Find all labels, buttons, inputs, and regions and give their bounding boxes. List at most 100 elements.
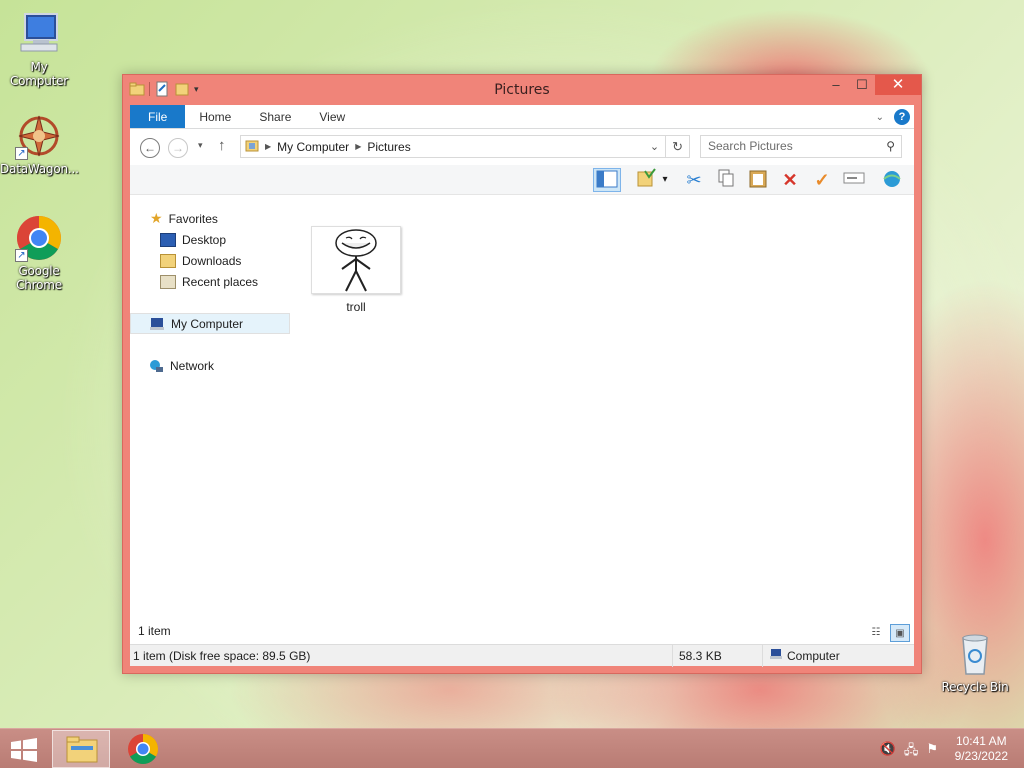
image-thumbnail: [311, 226, 401, 294]
breadcrumb-arrow-icon[interactable]: ▶: [355, 142, 361, 151]
desktop-icon-datawagon[interactable]: ↗ DataWagon...: [0, 112, 79, 176]
up-button[interactable]: ↑: [218, 137, 226, 154]
large-icons-view-icon[interactable]: ▣: [890, 624, 910, 642]
downloads-folder-icon: [160, 253, 176, 268]
clock[interactable]: 10:41 AM 9/23/2022: [955, 734, 1008, 764]
desktop-folder-icon: [160, 232, 176, 247]
windows-logo-icon: [11, 738, 37, 762]
item-count: 1 item: [138, 624, 171, 638]
tab-home[interactable]: Home: [185, 105, 245, 128]
back-button[interactable]: ←: [140, 138, 160, 158]
close-button[interactable]: ✕: [875, 75, 921, 95]
nav-downloads[interactable]: Downloads: [130, 250, 290, 271]
globe-icon[interactable]: [878, 168, 906, 192]
shortcut-arrow-icon: ↗: [15, 147, 28, 160]
file-explorer-icon: [66, 736, 98, 763]
nav-label: Network: [170, 358, 215, 373]
status-location: Computer: [762, 645, 840, 667]
tab-share[interactable]: Share: [245, 105, 305, 128]
desktop-icon-google-chrome[interactable]: ↗ Google Chrome: [0, 214, 78, 292]
file-list[interactable]: troll: [300, 196, 914, 620]
clock-time: 10:41 AM: [955, 734, 1007, 748]
file-name: troll: [346, 300, 366, 314]
copy-icon[interactable]: [712, 168, 740, 192]
status-summary: 1 item (Disk free space: 89.5 GB): [133, 649, 311, 663]
datawagon-icon: ↗: [15, 112, 63, 160]
computer-icon: [15, 10, 63, 58]
expand-ribbon-icon[interactable]: ⌄: [876, 112, 884, 123]
tab-view[interactable]: View: [305, 105, 359, 128]
nav-label: Downloads: [182, 253, 242, 268]
address-bar[interactable]: ▶ My Computer ▶ Pictures ⌄ ↻: [240, 135, 690, 158]
chrome-icon: ↗: [15, 214, 63, 262]
search-placeholder: Search Pictures: [708, 139, 793, 153]
search-icon[interactable]: ⚲: [886, 136, 895, 157]
nav-recent-places[interactable]: Recent places: [130, 271, 290, 292]
desktop-icon-label: Google Chrome: [16, 264, 62, 292]
nav-desktop[interactable]: Desktop: [130, 229, 290, 250]
refresh-icon[interactable]: ↻: [665, 136, 689, 157]
volume-muted-icon[interactable]: 🔇: [880, 741, 896, 763]
star-icon: ★: [150, 210, 163, 226]
delete-icon[interactable]: ✕: [776, 168, 804, 192]
maximize-button[interactable]: ☐: [849, 75, 875, 95]
ribbon-tabs: File Home Share View ⌄ ?: [130, 105, 914, 129]
address-row: ← → ▾ ↑ ▶ My Computer ▶ Pictures ⌄ ↻ Sea…: [130, 129, 914, 165]
desktop-icon-my-computer[interactable]: My Computer: [0, 10, 78, 88]
desktop-icon-label: Recycle Bin: [941, 680, 1009, 694]
forward-button[interactable]: →: [168, 138, 188, 158]
taskbar-file-explorer[interactable]: [52, 730, 110, 768]
properties-folder-icon[interactable]: [633, 168, 661, 192]
network-icon[interactable]: 🖧: [904, 741, 919, 763]
nav-favorites[interactable]: ★ Favorites: [130, 208, 290, 229]
start-button[interactable]: [10, 738, 38, 762]
nav-label: My Computer: [171, 316, 244, 331]
search-input[interactable]: Search Pictures ⚲: [700, 135, 902, 158]
desktop-icon-label: DataWagon...: [0, 162, 79, 176]
nav-my-computer[interactable]: My Computer: [130, 313, 290, 334]
window-body: File Home Share View ⌄ ? ← → ▾ ↑ ▶ My Co…: [130, 105, 914, 667]
nav-label: Recent places: [182, 274, 259, 289]
breadcrumb-pictures[interactable]: Pictures: [367, 140, 410, 154]
recent-locations-icon[interactable]: ▾: [198, 140, 203, 151]
clock-date: 9/23/2022: [954, 749, 1008, 763]
network-icon: [148, 359, 164, 373]
system-tray: 🔇 🖧 ⚑: [880, 741, 938, 763]
recycle-bin-icon: [951, 630, 999, 678]
taskbar-google-chrome[interactable]: [114, 730, 172, 768]
nav-label: Desktop: [182, 232, 227, 247]
dropdown-icon[interactable]: ▾: [658, 168, 672, 192]
desktop-icon-recycle-bin[interactable]: Recycle Bin: [936, 630, 1014, 694]
desktop-icon-label: My Computer: [9, 60, 69, 88]
action-center-flag-icon[interactable]: ⚑: [926, 741, 938, 763]
status-location-label: Computer: [787, 649, 840, 663]
location-folder-icon: [245, 138, 259, 155]
status-bar: 1 item (Disk free space: 89.5 GB) 58.3 K…: [130, 644, 914, 667]
tab-file[interactable]: File: [130, 105, 186, 128]
address-dropdown-icon[interactable]: ⌄: [650, 140, 665, 153]
recent-places-icon: [160, 274, 176, 289]
status-size: 58.3 KB: [672, 645, 722, 667]
title-bar[interactable]: ▾ Pictures – ☐ ✕: [123, 75, 921, 105]
file-item[interactable]: troll: [310, 226, 402, 314]
cut-icon[interactable]: ✂: [680, 168, 708, 192]
paste-icon[interactable]: [744, 168, 772, 192]
nav-label: Favorites: [168, 211, 218, 226]
shortcut-arrow-icon: ↗: [15, 249, 28, 262]
preview-pane-icon[interactable]: [593, 168, 621, 192]
explorer-window: ▾ Pictures – ☐ ✕ File Home Share View ⌄ …: [122, 74, 922, 674]
nav-network[interactable]: Network: [130, 355, 290, 376]
breadcrumb-arrow-icon[interactable]: ▶: [265, 142, 271, 151]
computer-icon: [149, 317, 165, 331]
navigation-pane: ★ Favorites Desktop Downloads Recent pla…: [130, 196, 290, 620]
breadcrumb-my-computer[interactable]: My Computer: [277, 140, 349, 154]
select-all-icon[interactable]: [840, 168, 868, 192]
chrome-icon: [128, 734, 159, 765]
taskbar: 🔇 🖧 ⚑ 10:41 AM 9/23/2022: [0, 728, 1024, 768]
window-title: Pictures: [494, 82, 550, 98]
help-icon[interactable]: ?: [894, 109, 910, 125]
command-toolbar: ▾ ✂ ✕ ✓: [130, 165, 914, 195]
rename-check-icon[interactable]: ✓: [808, 168, 836, 192]
details-view-icon[interactable]: ☷: [866, 624, 886, 642]
minimize-button[interactable]: –: [823, 75, 849, 95]
